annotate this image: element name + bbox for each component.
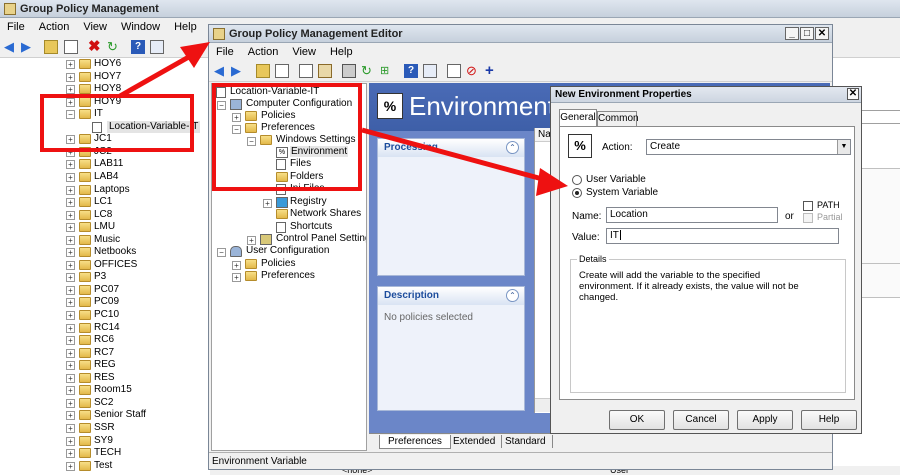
- arrow-to-dialog: [361, 127, 568, 196]
- arrow-to-editor: [118, 42, 210, 99]
- annotation-arrows: [118, 42, 568, 196]
